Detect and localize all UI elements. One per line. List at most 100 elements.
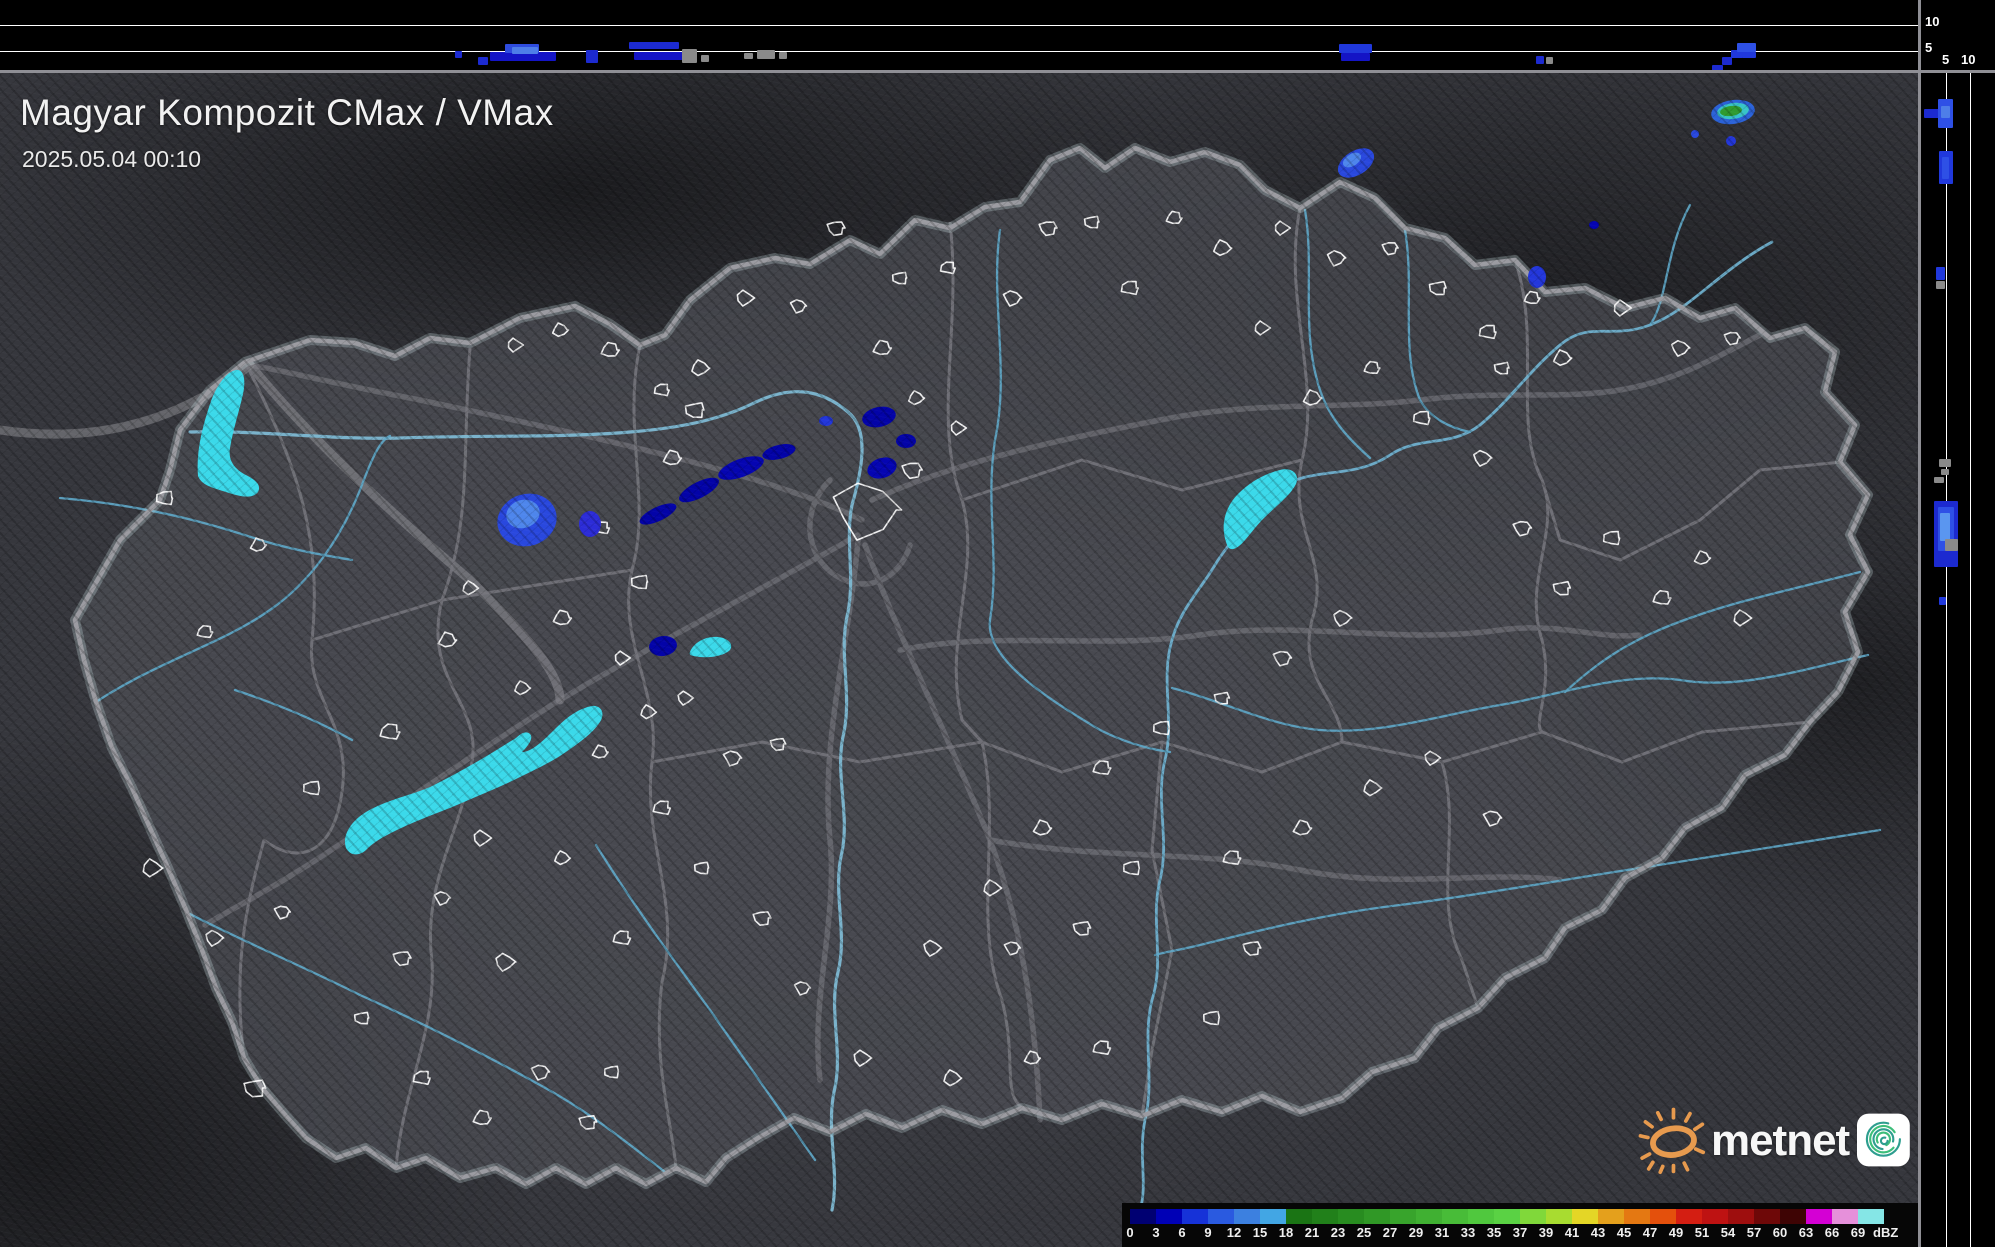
- legend-tick-label: 33: [1460, 1225, 1476, 1240]
- legend-tick-label: 37: [1512, 1225, 1528, 1240]
- legend-tick-label: 0: [1126, 1225, 1134, 1240]
- legend-swatch: [1338, 1209, 1364, 1224]
- metnet-wordmark: metnet: [1710, 1116, 1850, 1165]
- legend-swatch: [1390, 1209, 1416, 1224]
- radar-echo: [1945, 539, 1958, 551]
- radar-echo: [1936, 267, 1945, 280]
- legend-labels: 0 3 6 9 12 15 18 21 23 25 27 29 31 33 35 37 39 41 43 45 47 49…: [1117, 1226, 1898, 1239]
- legend-swatch: [1832, 1209, 1858, 1224]
- radar-echo: [779, 52, 787, 59]
- radar-echo: [1339, 44, 1372, 53]
- legend-tick-label: 18: [1278, 1225, 1294, 1240]
- radar-echo: [1546, 57, 1553, 64]
- legend-swatch: [1806, 1209, 1832, 1224]
- legend-swatch: [1260, 1209, 1286, 1224]
- panel-divider-horizontal: [0, 70, 1995, 73]
- legend-tick-label: 15: [1252, 1225, 1268, 1240]
- sun-icon: [1638, 1107, 1706, 1175]
- right-axis-label-5: 5: [1942, 52, 1950, 67]
- height-gridline-5km: [1946, 73, 1947, 1247]
- metnet-logo: metnet: [1638, 1098, 1910, 1182]
- radar-echo: [1528, 266, 1546, 288]
- radar-echo: [1737, 43, 1756, 52]
- legend-swatch: [1494, 1209, 1520, 1224]
- metnet-app-icon: [1857, 1113, 1910, 1167]
- radar-echo: [744, 53, 753, 59]
- legend-swatch: [1572, 1209, 1598, 1224]
- legend-swatch: [1364, 1209, 1390, 1224]
- legend-tick-label: 25: [1356, 1225, 1372, 1240]
- legend-swatch: [1416, 1209, 1442, 1224]
- radar-echo: [896, 434, 916, 448]
- legend-unit-label: dBZ: [1873, 1225, 1899, 1240]
- radar-echo: [1722, 57, 1732, 65]
- legend-swatch: [1754, 1209, 1780, 1224]
- height-gridline-10km: [1970, 73, 1971, 1247]
- radar-echo: [1941, 106, 1950, 118]
- radar-echo: [1941, 469, 1949, 475]
- legend-swatch: [1702, 1209, 1728, 1224]
- top-height-profile-panel: [0, 0, 1918, 70]
- legend-swatch: [1624, 1209, 1650, 1224]
- radar-echo: [1726, 136, 1736, 146]
- legend-tick-label: 9: [1204, 1225, 1212, 1240]
- radar-echo: [579, 511, 601, 537]
- radar-echo: [512, 47, 538, 54]
- radar-echo: [1691, 130, 1699, 138]
- legend-tick-label: 47: [1642, 1225, 1658, 1240]
- legend-tick-label: 39: [1538, 1225, 1554, 1240]
- legend-tick-label: 43: [1590, 1225, 1606, 1240]
- legend-bar: [1130, 1209, 1884, 1224]
- radar-map-panel: [0, 73, 1918, 1247]
- radar-echo: [1939, 597, 1946, 605]
- legend-swatch: [1520, 1209, 1546, 1224]
- radar-echo: [1536, 56, 1544, 64]
- legend-tick-label: 41: [1564, 1225, 1580, 1240]
- radar-echo: [1939, 459, 1951, 467]
- radar-echo: [1940, 513, 1950, 541]
- legend-swatch: [1234, 1209, 1260, 1224]
- radar-echo: [819, 416, 833, 426]
- radar-echo: [1936, 281, 1945, 289]
- legend-tick-label: 49: [1668, 1225, 1684, 1240]
- legend-tick-label: 27: [1382, 1225, 1398, 1240]
- legend-tick-label: 6: [1178, 1225, 1186, 1240]
- radar-echo: [1934, 477, 1944, 483]
- profile-axis-corner: 10 5 5 10: [1921, 0, 1995, 70]
- right-axis-label-10: 10: [1961, 52, 1976, 67]
- legend-swatch: [1858, 1209, 1884, 1224]
- legend-swatch: [1130, 1209, 1156, 1224]
- country-area: [75, 148, 1868, 1184]
- timestamp: 2025.05.04 00:10: [22, 146, 202, 172]
- legend-tick-label: 54: [1720, 1225, 1736, 1240]
- radar-echo: [478, 57, 488, 65]
- app-icon-tile: [1857, 1113, 1910, 1167]
- hungary-radar-map: [0, 99, 1882, 1212]
- legend-swatch: [1156, 1209, 1182, 1224]
- legend-tick-label: 66: [1824, 1225, 1840, 1240]
- legend-swatch: [1442, 1209, 1468, 1224]
- legend-swatch: [1312, 1209, 1338, 1224]
- radar-echo: [1341, 53, 1370, 61]
- legend-tick-label: 69: [1850, 1225, 1866, 1240]
- legend-swatch: [1780, 1209, 1806, 1224]
- settlement-outline: [826, 221, 846, 237]
- legend-tick-label: 51: [1694, 1225, 1710, 1240]
- legend-swatch: [1208, 1209, 1234, 1224]
- legend-tick-label: 23: [1330, 1225, 1346, 1240]
- legend-swatch: [1182, 1209, 1208, 1224]
- legend-swatch: [1468, 1209, 1494, 1224]
- legend-tick-label: 60: [1772, 1225, 1788, 1240]
- legend-swatch: [1676, 1209, 1702, 1224]
- top-axis-label-10: 10: [1925, 14, 1940, 29]
- legend-swatch: [1546, 1209, 1572, 1224]
- panel-divider-vertical: [1918, 0, 1921, 1247]
- legend-tick-label: 35: [1486, 1225, 1502, 1240]
- legend-swatch: [1286, 1209, 1312, 1224]
- radar-echo: [634, 52, 688, 60]
- radar-echo: [1742, 52, 1756, 58]
- page-title: Magyar Kompozit CMax / VMax: [20, 92, 554, 133]
- legend-tick-label: 45: [1616, 1225, 1632, 1240]
- radar-echo: [701, 55, 709, 62]
- legend-tick-label: 31: [1434, 1225, 1450, 1240]
